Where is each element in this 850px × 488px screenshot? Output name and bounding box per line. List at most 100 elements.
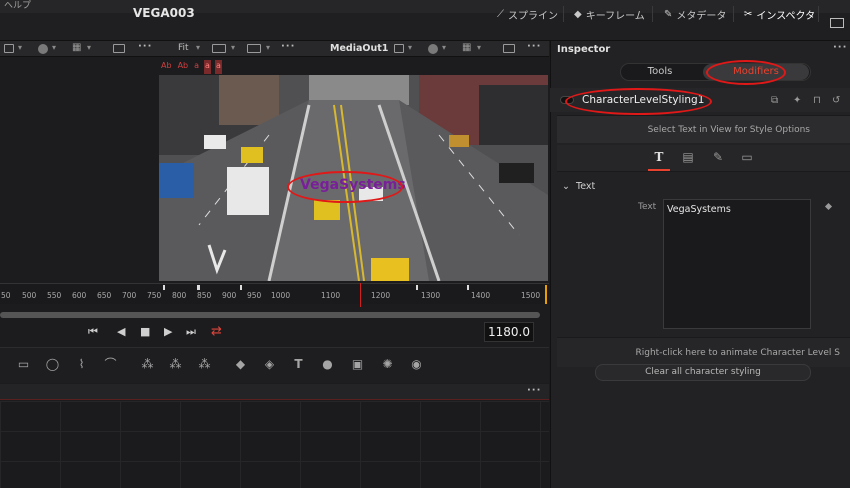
pin-icon[interactable]: ✦	[793, 95, 804, 106]
tab-spline[interactable]: ⟋ スプライン	[497, 5, 558, 23]
3d-render-icon[interactable]: ◉	[409, 357, 424, 371]
shading-tab-icon[interactable]: ✎	[708, 150, 728, 166]
roi-icon[interactable]	[503, 44, 515, 53]
color-icon[interactable]	[38, 44, 48, 54]
chevron-down-icon[interactable]: ▾	[18, 43, 22, 52]
zoom-fit-select[interactable]: Fit	[178, 43, 189, 53]
viewer-node-name: MediaOut1	[330, 43, 389, 54]
tab-tools[interactable]: Tools	[620, 63, 700, 81]
stop-icon[interactable]: ■	[140, 325, 150, 338]
overlay-tool[interactable]: Ab	[177, 60, 190, 74]
timeline-scrollbar[interactable]	[0, 312, 540, 318]
play-icon[interactable]: ▶	[164, 325, 172, 338]
more-options-icon[interactable]: ···	[527, 41, 541, 52]
channel-icon[interactable]	[212, 44, 226, 53]
keyframe-icon: ◆	[574, 8, 582, 20]
versions-icon[interactable]: ⧉	[771, 95, 782, 106]
particle-render-icon[interactable]: ⁂	[197, 357, 212, 371]
overlay-tool[interactable]: a	[193, 60, 200, 74]
chevron-down-icon[interactable]: ▾	[477, 43, 481, 52]
modifier-tabs	[557, 145, 850, 172]
overlay-tool[interactable]: a	[214, 60, 222, 74]
spline-icon: ⟋	[497, 8, 504, 20]
ruler-label: 950	[247, 291, 262, 300]
clear-styling-button[interactable]: Clear all character styling	[595, 364, 811, 381]
3d-merge-icon[interactable]: ◈	[262, 357, 277, 371]
image-tab-icon[interactable]: ▭	[737, 150, 757, 166]
lock-icon[interactable]: ⊓	[813, 95, 824, 106]
monitor-icon[interactable]	[830, 18, 844, 28]
more-options-icon[interactable]: ···	[833, 42, 847, 53]
overlay-tool[interactable]: Ab	[160, 60, 173, 74]
inspector-icon: ✂	[744, 8, 753, 20]
keyframe-marker[interactable]	[240, 285, 242, 290]
grid-icon[interactable]: ▦	[462, 42, 471, 53]
go-to-start-icon[interactable]: ⏮	[88, 325, 98, 339]
chevron-down-icon[interactable]: ▾	[87, 43, 91, 52]
inspector-title: Inspector	[557, 44, 611, 55]
text-tab-icon[interactable]: T	[649, 150, 669, 166]
node-editor[interactable]	[0, 401, 549, 488]
active-tab-indicator	[648, 169, 670, 171]
polygon-mask-icon[interactable]: ⌇	[74, 357, 89, 371]
keyframe-marker[interactable]	[163, 285, 165, 290]
divider	[818, 6, 819, 22]
chevron-down-icon[interactable]: ▾	[231, 43, 235, 52]
lut-icon[interactable]	[247, 44, 261, 53]
3d-camera-icon[interactable]: ●	[320, 357, 335, 371]
timecode-display[interactable]: 1180.0	[484, 322, 534, 342]
chevron-down-icon[interactable]: ▾	[196, 43, 200, 52]
text-input[interactable]: VegaSystems	[663, 199, 811, 329]
text-section-header[interactable]: ⌄ Text	[562, 181, 595, 192]
playhead[interactable]	[360, 283, 361, 307]
keyframe-marker[interactable]	[416, 285, 418, 290]
bspline-mask-icon[interactable]: ⌒	[103, 357, 118, 371]
roi-icon[interactable]	[113, 44, 125, 53]
tab-metadata[interactable]: ✎ メタデータ	[664, 5, 726, 23]
ruler-label: 650	[97, 291, 112, 300]
animate-hint[interactable]: Right-click here to animate Character Le…	[557, 337, 850, 367]
rectangle-mask-icon[interactable]: ▭	[16, 357, 31, 371]
ruler-label: 550	[47, 291, 62, 300]
reset-icon[interactable]: ↺	[832, 95, 843, 106]
layout-tab-icon[interactable]: ▤	[678, 150, 698, 166]
ruler-label: 1000	[271, 291, 291, 300]
text-3d-icon[interactable]: T	[291, 357, 306, 371]
more-options-icon[interactable]: ···	[281, 41, 295, 52]
keyframe-marker[interactable]	[467, 285, 469, 290]
metadata-icon: ✎	[664, 8, 673, 20]
tab-keyframe[interactable]: ◆ キーフレーム	[574, 5, 645, 23]
more-options-icon[interactable]: ···	[138, 41, 152, 52]
chevron-down-icon[interactable]: ▾	[408, 43, 412, 52]
ruler-label: 600	[72, 291, 87, 300]
3d-cube-icon[interactable]: ▣	[350, 357, 365, 371]
loop-icon[interactable]: ⇄	[211, 324, 222, 339]
chevron-down-icon[interactable]: ▾	[266, 43, 270, 52]
keyframe-marker[interactable]	[197, 285, 200, 290]
chevron-down-icon[interactable]: ▾	[442, 43, 446, 52]
tab-inspector[interactable]: ✂ インスペクタ	[744, 5, 815, 23]
overlay-tool[interactable]: a	[204, 60, 211, 74]
particle-icon[interactable]: ⁂	[140, 357, 155, 371]
particle-emitter-icon[interactable]: ⁂	[168, 357, 183, 371]
3d-light-icon[interactable]: ✺	[380, 357, 395, 371]
layout-icon[interactable]	[4, 44, 14, 53]
divider	[563, 6, 564, 22]
grid-icon[interactable]: ▦	[72, 42, 81, 53]
text-field-label: Text	[638, 202, 657, 212]
annotation-ellipse	[565, 88, 712, 115]
ruler-label: 900	[222, 291, 237, 300]
text-overlay-toolbar: Ab Ab a a a	[160, 60, 222, 74]
ruler-label: 1200	[371, 291, 391, 300]
ellipse-mask-icon[interactable]: ◯	[45, 357, 60, 371]
more-options-icon[interactable]: ···	[527, 385, 541, 396]
color-icon[interactable]	[428, 44, 438, 54]
ruler-label: 800	[172, 291, 187, 300]
3d-shape-icon[interactable]: ◆	[233, 357, 248, 371]
go-to-end-icon[interactable]: ⏭	[186, 325, 196, 339]
ruler-label: 1500	[521, 291, 541, 300]
chevron-down-icon[interactable]: ▾	[52, 43, 56, 52]
layout-icon[interactable]	[394, 44, 404, 53]
play-reverse-icon[interactable]: ◀	[117, 325, 125, 338]
render-range-end[interactable]	[545, 285, 547, 304]
